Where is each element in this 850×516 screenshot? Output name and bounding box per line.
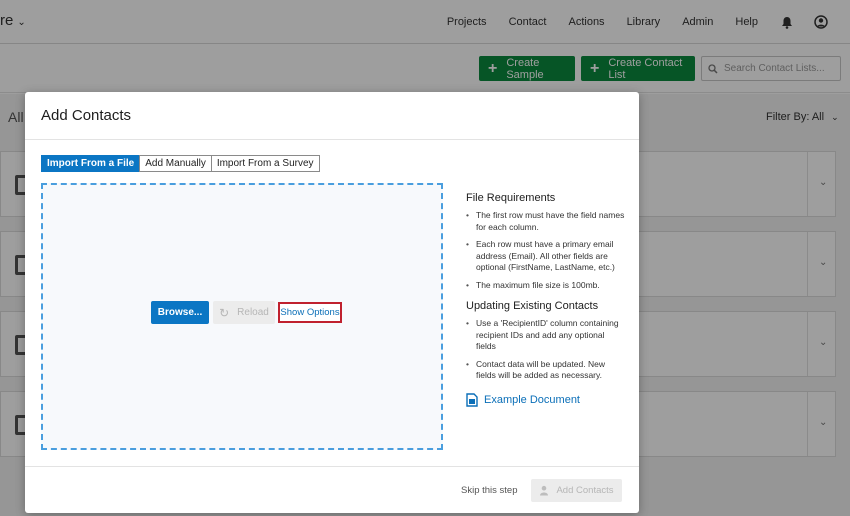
updating-contacts-heading: Updating Existing Contacts: [466, 300, 599, 312]
example-document-label: Example Document: [484, 393, 580, 406]
file-requirements-list: The first row must have the field names …: [466, 210, 626, 291]
list-item: Contact data will be updated. New fields…: [466, 359, 626, 382]
add-contacts-dialog: Add Contacts Import From a File Add Manu…: [25, 92, 639, 513]
tab-import-from-survey[interactable]: Import From a Survey: [210, 155, 320, 172]
import-method-tabs: Import From a File Add Manually Import F…: [41, 155, 320, 172]
list-item: The first row must have the field names …: [466, 210, 626, 233]
file-requirements-panel: File Requirements The first row must hav…: [466, 192, 626, 407]
list-item: Each row must have a primary email addre…: [466, 239, 626, 274]
list-item: The maximum file size is 100mb.: [466, 280, 626, 292]
divider: [25, 466, 639, 467]
show-options-button[interactable]: Show Options: [278, 302, 342, 323]
add-contacts-label: Add Contacts: [556, 485, 614, 496]
reload-label: Reload: [237, 307, 269, 318]
file-requirements-heading: File Requirements: [466, 192, 556, 204]
divider: [25, 139, 639, 140]
tab-import-from-file[interactable]: Import From a File: [41, 155, 141, 172]
add-user-icon: [539, 485, 550, 496]
example-document-link[interactable]: Example Document: [466, 392, 626, 407]
add-contacts-button[interactable]: Add Contacts: [531, 479, 622, 502]
browse-button[interactable]: Browse...: [151, 301, 209, 324]
dialog-title: Add Contacts: [41, 107, 132, 124]
reload-icon: ↻: [219, 305, 230, 320]
list-item: Use a 'RecipientID' column containing re…: [466, 318, 626, 353]
reload-button[interactable]: ↻ Reload: [213, 301, 275, 324]
file-drop-zone[interactable]: Browse... ↻ Reload Show Options: [41, 183, 443, 450]
updating-contacts-list: Use a 'RecipientID' column containing re…: [466, 318, 626, 382]
tab-add-manually[interactable]: Add Manually: [139, 155, 212, 172]
document-icon: [466, 392, 478, 407]
skip-step-button[interactable]: Skip this step: [461, 485, 518, 496]
